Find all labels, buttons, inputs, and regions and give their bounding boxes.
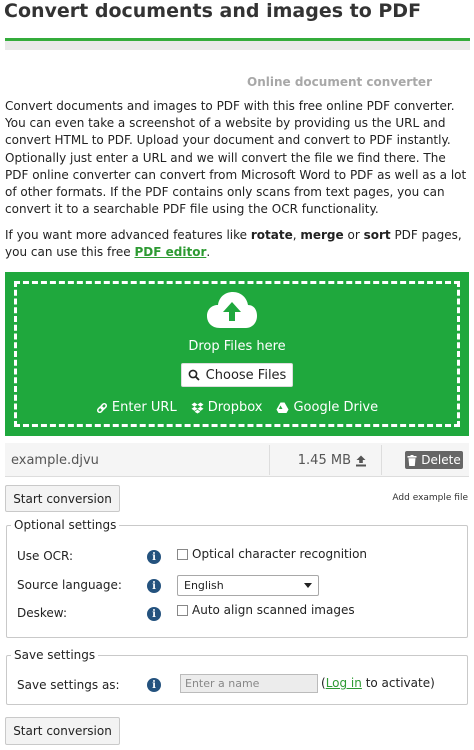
start-conversion-button-top[interactable]: Start conversion xyxy=(5,485,120,512)
settings-name-input[interactable]: Enter a name xyxy=(180,674,318,693)
add-example-file-link[interactable]: Add example file xyxy=(392,493,468,503)
ocr-checkbox-row[interactable]: Optical character recognition xyxy=(177,547,367,561)
file-size: 1.45 MB xyxy=(287,453,367,468)
title-divider xyxy=(5,38,470,50)
start-conversion-button-bottom[interactable]: Start conversion xyxy=(5,717,120,745)
merge-text: merge xyxy=(300,228,344,242)
upload-icon xyxy=(356,455,366,466)
chevron-down-icon xyxy=(304,583,312,588)
login-hint: (Log in to activate) xyxy=(321,676,435,690)
pdf-editor-link[interactable]: PDF editor xyxy=(134,245,206,259)
choose-files-label: Choose Files xyxy=(205,367,287,383)
link-icon xyxy=(96,402,107,413)
delete-file-button[interactable]: Delete xyxy=(405,451,463,469)
enter-url-link[interactable]: Enter URL xyxy=(96,400,177,415)
cloud-upload-icon xyxy=(207,292,257,328)
ocr-info-icon[interactable]: i xyxy=(147,550,161,564)
trash-icon xyxy=(407,454,417,466)
enter-url-label: Enter URL xyxy=(111,400,177,415)
file-divider xyxy=(269,445,270,475)
log-in-link[interactable]: Log in xyxy=(326,676,362,690)
source-language-select[interactable]: English xyxy=(177,575,319,596)
google-drive-label: Google Drive xyxy=(293,400,379,415)
rotate-text: rotate xyxy=(250,228,293,242)
source-language-info-icon[interactable]: i xyxy=(147,579,161,593)
dropbox-label: Dropbox xyxy=(207,400,263,415)
period-text: . xyxy=(206,245,211,260)
source-language-value: English xyxy=(184,579,224,592)
deskew-info-icon[interactable]: i xyxy=(147,607,161,621)
deskew-label: Deskew: xyxy=(17,606,67,620)
optional-settings-legend: Optional settings xyxy=(14,518,117,532)
choose-files-button[interactable]: Choose Files xyxy=(181,363,293,387)
deskew-checkbox-row[interactable]: Auto align scanned images xyxy=(177,603,355,617)
delete-label: Delete xyxy=(421,453,461,467)
or-text: or xyxy=(343,228,364,242)
login-suffix: to activate) xyxy=(361,676,435,690)
file-size-text: 1.45 MB xyxy=(297,453,351,468)
advanced-features-paragraph: If you want more advanced features like … xyxy=(5,227,469,261)
file-name: example.djvu xyxy=(11,453,99,468)
deskew-checkbox-label: Auto align scanned images xyxy=(192,603,355,617)
save-settings-info-icon[interactable]: i xyxy=(147,678,161,692)
drop-files-text: Drop Files here xyxy=(188,339,286,354)
upload-source-links: Enter URL Dropbox Google Drive xyxy=(0,400,474,415)
save-settings-label: Save settings as: xyxy=(17,678,120,692)
page-subtitle: Online document converter xyxy=(247,75,432,89)
file-divider-2 xyxy=(381,445,382,475)
intro-paragraph: Convert documents and images to PDF with… xyxy=(5,99,467,217)
ocr-checkbox-label: Optical character recognition xyxy=(192,547,368,561)
google-drive-link[interactable]: Google Drive xyxy=(276,400,378,415)
source-language-label: Source language: xyxy=(17,578,122,592)
search-icon xyxy=(188,369,200,381)
sort-text: sort xyxy=(363,228,391,242)
file-list-item: example.djvu 1.45 MB Delete xyxy=(5,443,469,477)
dropbox-link[interactable]: Dropbox xyxy=(191,400,263,415)
google-drive-icon xyxy=(276,402,289,413)
advanced-prefix: If you want more advanced features like xyxy=(5,228,251,242)
use-ocr-label: Use OCR: xyxy=(17,549,74,563)
dropbox-icon xyxy=(191,402,204,413)
ocr-checkbox[interactable] xyxy=(177,548,188,560)
save-settings-legend: Save settings xyxy=(14,648,96,662)
page-title: Convert documents and images to PDF xyxy=(4,0,422,22)
deskew-checkbox[interactable] xyxy=(177,604,188,616)
